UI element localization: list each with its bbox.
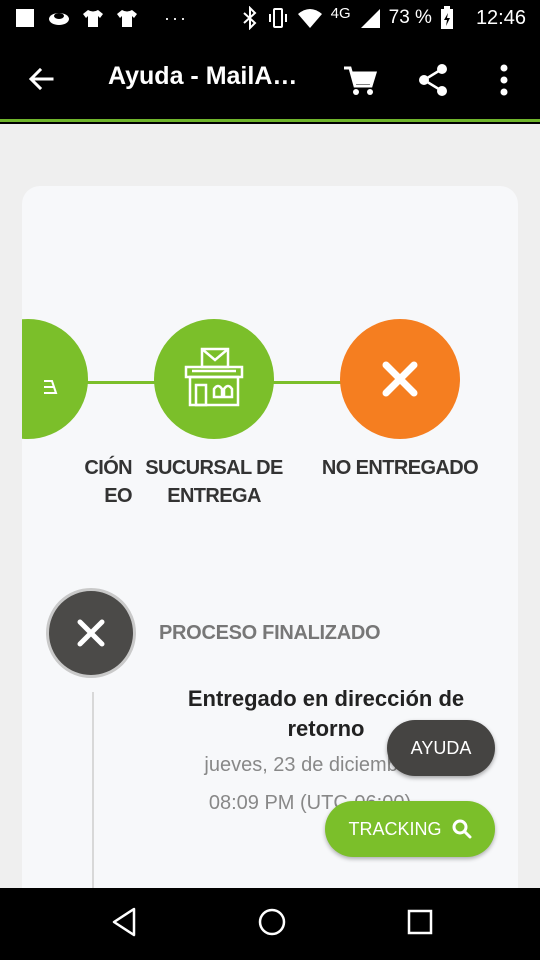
more-options-icon[interactable] [486, 60, 522, 100]
post-office-icon [184, 347, 244, 407]
step-circle-previous [22, 319, 88, 439]
share-icon[interactable] [413, 60, 453, 100]
nav-back-icon[interactable] [106, 904, 142, 940]
signal-icon [360, 9, 380, 28]
battery-icon [440, 6, 453, 29]
step-label-not-delivered-line1: NO ENTREGADO [321, 457, 479, 479]
back-arrow-icon[interactable] [22, 60, 62, 100]
shirt-notification-icon [83, 10, 103, 27]
cart-icon[interactable] [340, 60, 380, 100]
page-title: Ayuda - MailA… [108, 62, 298, 90]
help-button-label: AYUDA [410, 737, 472, 758]
battery-percent: 73 % [388, 7, 432, 28]
shirt-notification-icon-2 [117, 10, 137, 27]
tracking-card: CIÓN EO SUCURSAL DE ENTREGA NO ENTREGADO [22, 186, 518, 888]
step-circle-not-delivered [340, 319, 460, 439]
step-label-not-delivered: NO ENTREGADO [310, 454, 490, 482]
nav-recents-icon[interactable] [402, 904, 438, 940]
tracking-button-label: TRACKING [348, 818, 442, 839]
cap-notification-icon [49, 13, 69, 25]
more-notifications-dots: ··· [164, 7, 188, 28]
help-button[interactable]: AYUDA [387, 720, 495, 776]
square-notification-icon [16, 9, 34, 27]
network-type: 4G [330, 4, 351, 22]
bluetooth-icon [242, 6, 257, 30]
progress-line-2 [262, 381, 352, 384]
timeline-line [92, 692, 94, 888]
system-nav-bar [0, 888, 540, 960]
status-bar: ··· 4G 73 % 12:46 [0, 0, 540, 38]
status-heading: PROCESO FINALIZADO [159, 622, 381, 644]
step-label-previous-line2: EO [104, 485, 132, 507]
step-label-previous-line1: CIÓN [84, 457, 132, 479]
close-x-icon [382, 361, 418, 397]
notification-icons: ··· [14, 7, 188, 29]
tracking-button[interactable]: TRACKING [325, 801, 495, 857]
system-indicators: 4G 73 % 12:46 [241, 4, 526, 30]
vibrate-icon [268, 8, 287, 28]
step-circle-branch [154, 319, 274, 439]
search-icon [452, 819, 471, 839]
finished-status-circle [46, 588, 136, 678]
close-x-icon [77, 619, 105, 647]
step-label-previous: CIÓN EO [22, 454, 132, 510]
clock: 12:46 [475, 6, 526, 29]
partial-step-icon [44, 380, 58, 394]
step-label-branch-line2: ENTREGA [167, 485, 261, 507]
nav-home-icon[interactable] [254, 904, 290, 940]
wifi-icon [297, 9, 322, 28]
app-bar: Ayuda - MailA… [0, 38, 540, 122]
step-label-branch-line1: SUCURSAL DE [145, 457, 283, 479]
step-label-branch: SUCURSAL DE ENTREGA [134, 454, 294, 510]
